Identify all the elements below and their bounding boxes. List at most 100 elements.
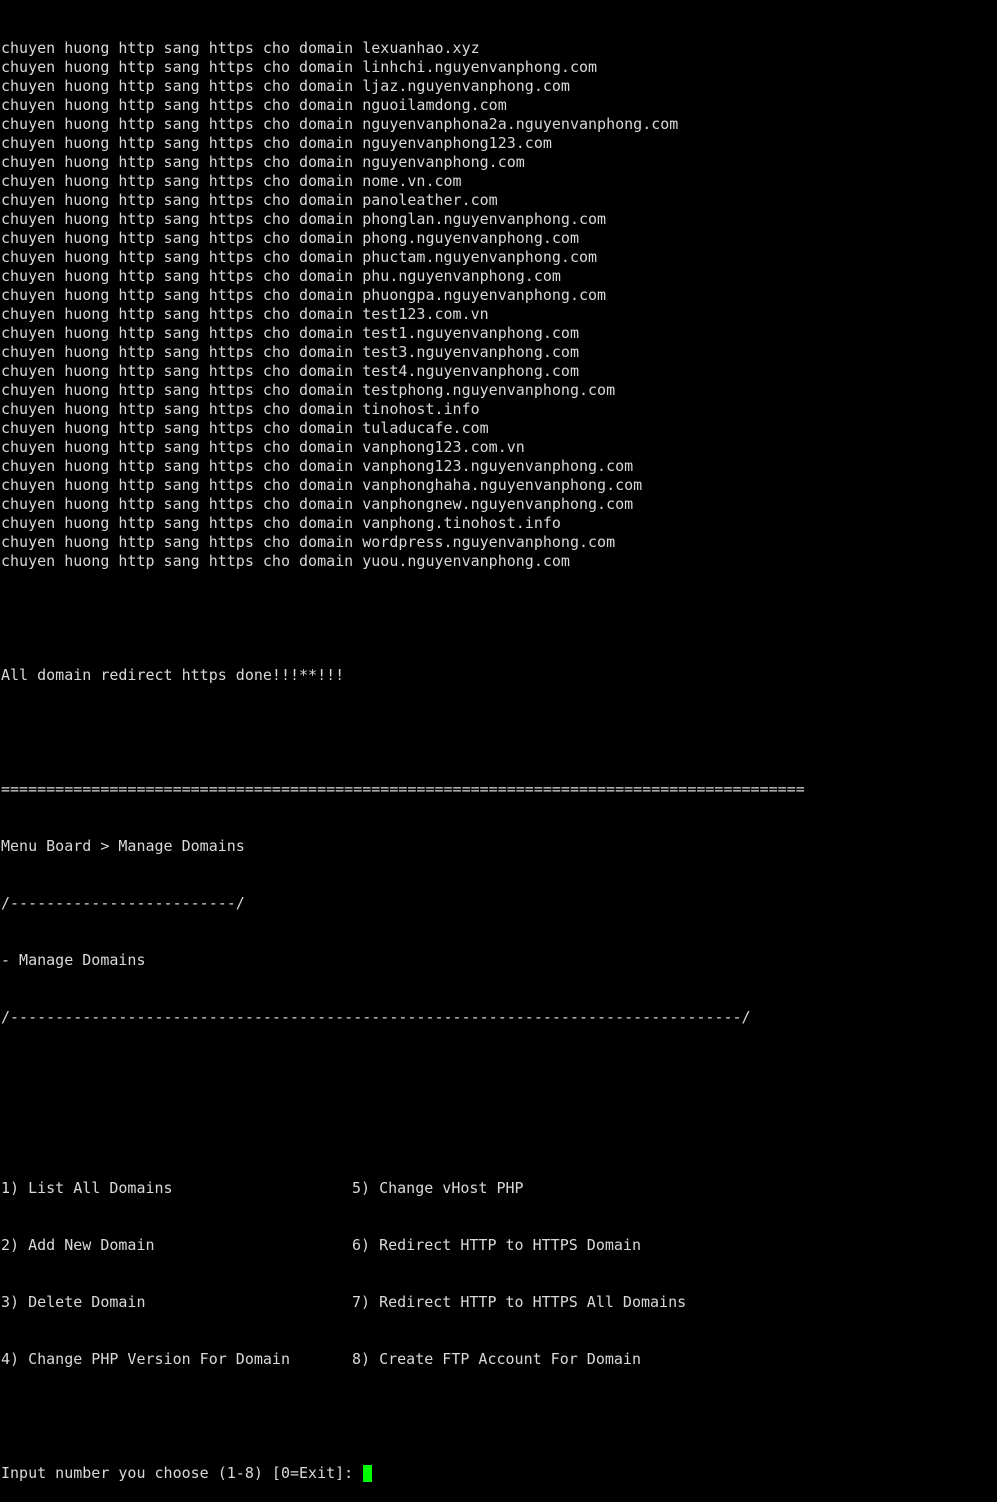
redirect-log-domain: ljaz.nguyenvanphong.com: [362, 77, 570, 95]
redirect-log-prefix: chuyen huong http sang https cho domain: [1, 381, 363, 399]
redirect-log-domain: vanphong.tinohost.info: [362, 514, 561, 532]
menu-option-delete-domain: 3) Delete Domain: [1, 1293, 146, 1311]
done-message: All domain redirect https done!!!**!!!: [1, 666, 345, 684]
redirect-log-prefix: chuyen huong http sang https cho domain: [1, 58, 363, 76]
menu-row: 3) Delete Domain 7) Redirect HTTP to HTT…: [1, 1293, 997, 1312]
redirect-log-prefix: chuyen huong http sang https cho domain: [1, 552, 363, 570]
redirect-log-line: chuyen huong http sang https cho domain …: [1, 134, 997, 153]
redirect-log-domain: nguyenvanphong.com: [362, 153, 525, 171]
section-title: - Manage Domains: [1, 951, 146, 969]
redirect-log-domain: linhchi.nguyenvanphong.com: [362, 58, 598, 76]
redirect-log-line: chuyen huong http sang https cho domain …: [1, 248, 997, 267]
redirect-log-line: chuyen huong http sang https cho domain …: [1, 514, 997, 533]
redirect-log-line: chuyen huong http sang https cho domain …: [1, 191, 997, 210]
breadcrumb: Menu Board > Manage Domains: [1, 837, 245, 855]
redirect-log-line: chuyen huong http sang https cho domain …: [1, 305, 997, 324]
redirect-log-prefix: chuyen huong http sang https cho domain: [1, 115, 363, 133]
redirect-log-domain: test123.com.vn: [362, 305, 489, 323]
redirect-log-prefix: chuyen huong http sang https cho domain: [1, 134, 363, 152]
redirect-log-domain: lexuanhao.xyz: [362, 39, 480, 57]
redirect-log-line: chuyen huong http sang https cho domain …: [1, 77, 997, 96]
redirect-log-prefix: chuyen huong http sang https cho domain: [1, 248, 363, 266]
redirect-log-prefix: chuyen huong http sang https cho domain: [1, 438, 363, 456]
redirect-log-domain: tuladucafe.com: [362, 419, 489, 437]
redirect-log-domain: test1.nguyenvanphong.com: [362, 324, 579, 342]
breadcrumb-underline: /-------------------------/: [1, 894, 245, 912]
redirect-log-domain: phu.nguyenvanphong.com: [362, 267, 561, 285]
redirect-log-line: chuyen huong http sang https cho domain …: [1, 552, 997, 571]
redirect-log-domain: phuongpa.nguyenvanphong.com: [362, 286, 607, 304]
redirect-log-domain: vanphonghaha.nguyenvanphong.com: [362, 476, 643, 494]
terminal-window[interactable]: chuyen huong http sang https cho domain …: [0, 0, 997, 1482]
redirect-log-line: chuyen huong http sang https cho domain …: [1, 343, 997, 362]
redirect-log-domain: test4.nguyenvanphong.com: [362, 362, 579, 380]
redirect-log-domain: phonglan.nguyenvanphong.com: [362, 210, 607, 228]
redirect-log-prefix: chuyen huong http sang https cho domain: [1, 305, 363, 323]
redirect-log-prefix: chuyen huong http sang https cho domain: [1, 153, 363, 171]
menu-row: 2) Add New Domain 6) Redirect HTTP to HT…: [1, 1236, 997, 1255]
redirect-log-line: chuyen huong http sang https cho domain …: [1, 96, 997, 115]
menu-options: 1) List All Domains 5) Change vHost PHP …: [1, 1141, 997, 1407]
menu-option-redirect-http-https-all-domains: 7) Redirect HTTP to HTTPS All Domains: [352, 1293, 687, 1311]
menu-option-redirect-http-https-domain: 6) Redirect HTTP to HTTPS Domain: [352, 1236, 641, 1254]
redirect-log-domain: panoleather.com: [362, 191, 498, 209]
redirect-log-domain: phuctam.nguyenvanphong.com: [362, 248, 598, 266]
redirect-log-domain: yuou.nguyenvanphong.com: [362, 552, 570, 570]
redirect-log-prefix: chuyen huong http sang https cho domain: [1, 495, 363, 513]
redirect-log-line: chuyen huong http sang https cho domain …: [1, 58, 997, 77]
redirect-log-domain: phong.nguyenvanphong.com: [362, 229, 579, 247]
terminal-cursor[interactable]: [363, 1465, 373, 1482]
redirect-log-line: chuyen huong http sang https cho domain …: [1, 495, 997, 514]
redirect-log-prefix: chuyen huong http sang https cho domain: [1, 39, 363, 57]
redirect-log-domain: nome.vn.com: [362, 172, 462, 190]
separator-line: ========================================…: [1, 780, 805, 798]
redirect-log-prefix: chuyen huong http sang https cho domain: [1, 172, 363, 190]
redirect-log-line: chuyen huong http sang https cho domain …: [1, 476, 997, 495]
menu-option-change-vhost-php: 5) Change vHost PHP: [352, 1179, 524, 1197]
redirect-log-line: chuyen huong http sang https cho domain …: [1, 457, 997, 476]
redirect-log-prefix: chuyen huong http sang https cho domain: [1, 229, 363, 247]
redirect-log-prefix: chuyen huong http sang https cho domain: [1, 77, 363, 95]
redirect-log-prefix: chuyen huong http sang https cho domain: [1, 343, 363, 361]
redirect-log-domain: nguyenvanphong123.com: [362, 134, 552, 152]
redirect-log-line: chuyen huong http sang https cho domain …: [1, 229, 997, 248]
redirect-log-line: chuyen huong http sang https cho domain …: [1, 39, 997, 58]
redirect-log-prefix: chuyen huong http sang https cho domain: [1, 533, 363, 551]
redirect-log-line: chuyen huong http sang https cho domain …: [1, 400, 997, 419]
redirect-log-line: chuyen huong http sang https cho domain …: [1, 381, 997, 400]
menu-row: 1) List All Domains 5) Change vHost PHP: [1, 1179, 997, 1198]
input-prompt-row[interactable]: Input number you choose (1-8) [0=Exit]:: [1, 1464, 997, 1483]
redirect-log-domain: testphong.nguyenvanphong.com: [362, 381, 616, 399]
redirect-log-prefix: chuyen huong http sang https cho domain: [1, 457, 363, 475]
redirect-log-domain: vanphong123.com.vn: [362, 438, 525, 456]
redirect-log-prefix: chuyen huong http sang https cho domain: [1, 210, 363, 228]
redirect-log-domain: nguyenvanphona2a.nguyenvanphong.com: [362, 115, 679, 133]
redirect-log-line: chuyen huong http sang https cho domain …: [1, 286, 997, 305]
redirect-log-line: chuyen huong http sang https cho domain …: [1, 362, 997, 381]
redirect-log-prefix: chuyen huong http sang https cho domain: [1, 286, 363, 304]
redirect-log: chuyen huong http sang https cho domain …: [1, 39, 997, 571]
redirect-log-prefix: chuyen huong http sang https cho domain: [1, 476, 363, 494]
redirect-log-domain: vanphong123.nguyenvanphong.com: [362, 457, 634, 475]
redirect-log-prefix: chuyen huong http sang https cho domain: [1, 400, 363, 418]
section-underline: /---------------------------------------…: [1, 1008, 751, 1026]
redirect-log-line: chuyen huong http sang https cho domain …: [1, 324, 997, 343]
redirect-log-line: chuyen huong http sang https cho domain …: [1, 267, 997, 286]
redirect-log-domain: test3.nguyenvanphong.com: [362, 343, 579, 361]
redirect-log-prefix: chuyen huong http sang https cho domain: [1, 362, 363, 380]
redirect-log-line: chuyen huong http sang https cho domain …: [1, 438, 997, 457]
redirect-log-prefix: chuyen huong http sang https cho domain: [1, 96, 363, 114]
redirect-log-line: chuyen huong http sang https cho domain …: [1, 153, 997, 172]
redirect-log-domain: nguoilamdong.com: [362, 96, 507, 114]
menu-option-list-all-domains: 1) List All Domains: [1, 1179, 173, 1197]
redirect-log-line: chuyen huong http sang https cho domain …: [1, 210, 997, 229]
redirect-log-prefix: chuyen huong http sang https cho domain: [1, 324, 363, 342]
menu-option-change-php-version: 4) Change PHP Version For Domain: [1, 1350, 290, 1368]
redirect-log-prefix: chuyen huong http sang https cho domain: [1, 191, 363, 209]
redirect-log-prefix: chuyen huong http sang https cho domain: [1, 419, 363, 437]
redirect-log-prefix: chuyen huong http sang https cho domain: [1, 267, 363, 285]
menu-option-create-ftp-account: 8) Create FTP Account For Domain: [352, 1350, 641, 1368]
